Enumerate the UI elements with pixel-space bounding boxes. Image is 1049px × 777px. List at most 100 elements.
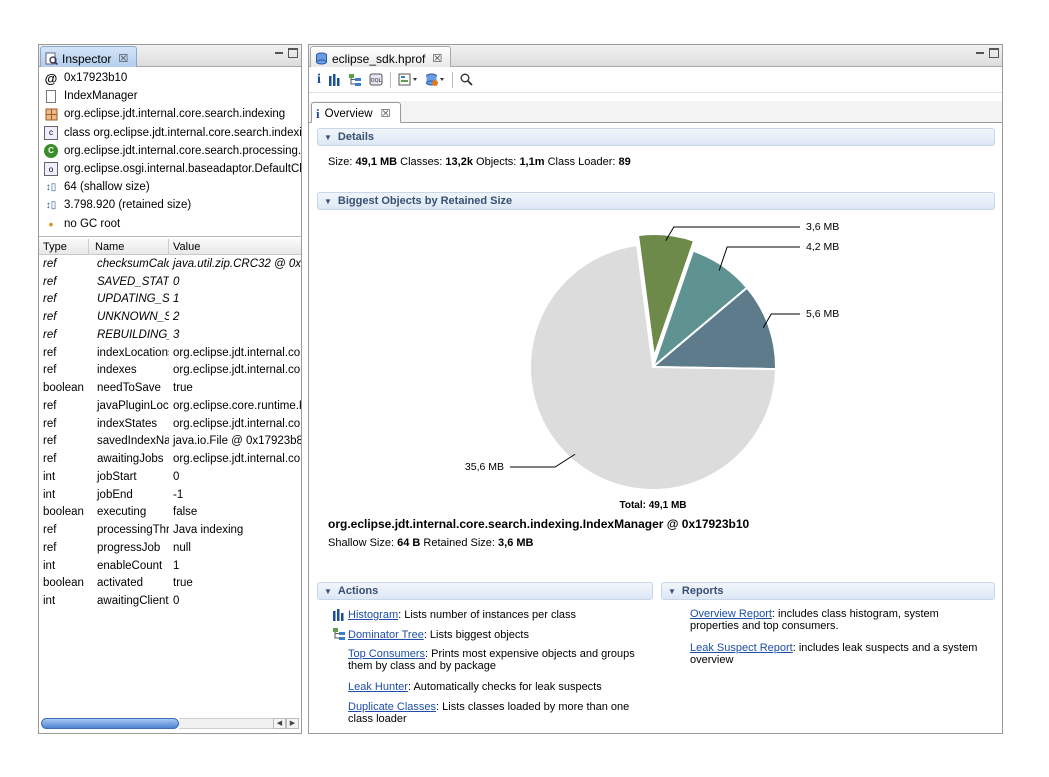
info-row-shallow-size[interactable]: ↕▯ 64 (shallow size) xyxy=(39,178,301,196)
attribute-name: executing xyxy=(97,506,147,519)
info-text: no GC root xyxy=(64,217,121,230)
table-row[interactable]: ref REBUILDING_STATE 3 xyxy=(39,326,301,344)
attribute-name: indexes xyxy=(97,364,137,377)
attribute-name: UPDATING_STATE xyxy=(97,293,169,306)
table-row[interactable]: ref UNKNOWN_STATE 2 xyxy=(39,308,301,326)
minimize-icon[interactable] xyxy=(274,48,284,58)
attribute-name: indexLocations xyxy=(97,346,169,359)
collapse-triangle-icon: ▼ xyxy=(668,586,676,596)
attribute-value: org.eclipse.jdt.internal.compiler.util.S… xyxy=(173,346,301,359)
attribute-value: 1 xyxy=(173,559,180,572)
at-icon: @ xyxy=(44,70,58,86)
pie-slice-label: 5,6 MB xyxy=(806,308,839,320)
table-row[interactable]: int jobEnd -1 xyxy=(39,486,301,504)
attribute-type: ref xyxy=(43,399,57,412)
biggest-objects-pie-chart[interactable]: 3,6 MB 4,2 MB 5,6 MB 35,6 MB Total: 49,1 MB xyxy=(309,45,1004,515)
table-row[interactable]: int jobStart 0 xyxy=(39,468,301,486)
maximize-icon[interactable] xyxy=(288,48,298,58)
table-row[interactable]: boolean executing false xyxy=(39,504,301,522)
dominator-tree-link[interactable]: Dominator Tree xyxy=(348,629,424,641)
pie-total-label: Total: 49,1 MB xyxy=(619,500,686,511)
table-row[interactable]: boolean activated true xyxy=(39,575,301,593)
column-header-type[interactable]: Type xyxy=(39,239,89,254)
attribute-name: savedIndexNamesFile xyxy=(97,435,169,448)
overview-report-link[interactable]: Overview Report xyxy=(690,608,772,620)
info-text: org.eclipse.jdt.internal.core.search.pro… xyxy=(64,144,301,157)
histogram-link[interactable]: Histogram xyxy=(348,609,398,621)
info-row-superclass[interactable]: C org.eclipse.jdt.internal.core.search.p… xyxy=(39,142,301,160)
attribute-value: false xyxy=(173,506,198,519)
table-row[interactable]: ref checksumCalculator java.util.zip.CRC32… xyxy=(39,255,301,273)
info-row-class[interactable]: c class org.eclipse.jdt.internal.core.se… xyxy=(39,124,301,142)
table-row[interactable]: ref savedIndexNamesFile java.io.File @ 0x1… xyxy=(39,433,301,451)
selected-object-name: org.eclipse.jdt.internal.core.search.ind… xyxy=(328,517,750,531)
table-row[interactable]: ref processingThread Java indexing xyxy=(39,521,301,539)
attribute-name: progressJob xyxy=(97,541,161,554)
action-description: : Lists biggest objects xyxy=(423,629,529,641)
scrollbar-thumb[interactable] xyxy=(41,717,179,729)
info-row-classloader[interactable]: o org.eclipse.osgi.internal.baseadaptor.… xyxy=(39,160,301,178)
attribute-type: boolean xyxy=(43,382,84,395)
tab-inspector[interactable]: Inspector ☒ xyxy=(40,46,138,67)
table-row[interactable]: ref indexLocations org.eclipse.jdt.interna… xyxy=(39,344,301,362)
attribute-type: ref xyxy=(43,453,57,466)
table-row[interactable]: int awaitingClients 0 xyxy=(39,592,301,610)
attribute-value: null xyxy=(173,541,191,554)
attribute-value: org.eclipse.jdt.internal.compiler.util.S… xyxy=(173,364,301,377)
reports-section-header[interactable]: ▼ Reports xyxy=(661,582,995,600)
attribute-value: 0 xyxy=(173,470,180,483)
leak-suspect-report-link[interactable]: Leak Suspect Report xyxy=(690,642,793,654)
duplicate-classes-link[interactable]: Duplicate Classes xyxy=(348,701,436,713)
class-icon: c xyxy=(44,125,58,140)
attribute-value: Java indexing xyxy=(173,524,244,537)
scroll-right-icon[interactable]: ▶ xyxy=(286,717,299,729)
attribute-type: int xyxy=(43,595,56,608)
attribute-value: 2 xyxy=(173,311,180,324)
info-text: org.eclipse.jdt.internal.core.search.ind… xyxy=(64,108,286,121)
pie-leader-line xyxy=(718,246,800,271)
scroll-left-icon[interactable]: ◀ xyxy=(273,717,286,729)
attribute-value: 1 xyxy=(173,293,180,306)
scrollbar-track[interactable] xyxy=(179,717,273,729)
attribute-type: ref xyxy=(43,435,57,448)
table-row[interactable]: ref indexes org.eclipse.jdt.internal.compi… xyxy=(39,362,301,380)
attribute-name: jobEnd xyxy=(97,488,133,501)
attribute-name: awaitingJobs xyxy=(97,453,164,466)
actions-section-header[interactable]: ▼ Actions xyxy=(317,582,653,600)
close-icon[interactable]: ☒ xyxy=(118,52,128,65)
object-info-list: @ 0x17923b10 IndexManager org.eclipse.jd… xyxy=(39,67,301,237)
attribute-name: jobStart xyxy=(97,470,137,483)
table-row[interactable]: int enableCount 1 xyxy=(39,557,301,575)
column-header-name[interactable]: Name xyxy=(89,239,169,254)
table-row[interactable]: ref javaPluginLocation org.eclipse.core.ru… xyxy=(39,397,301,415)
page-icon xyxy=(46,89,56,103)
info-row-package[interactable]: org.eclipse.jdt.internal.core.search.ind… xyxy=(39,105,301,123)
info-row-retained-size[interactable]: ↕▯ 3.798.920 (retained size) xyxy=(39,196,301,214)
table-row[interactable]: boolean needToSave true xyxy=(39,379,301,397)
table-row[interactable]: ref indexStates org.eclipse.jdt.internal.c… xyxy=(39,415,301,433)
table-row[interactable]: ref UPDATING_STATE 1 xyxy=(39,291,301,309)
heap-editor: eclipse_sdk.hprof ☒ i OQL i Overview ☒ ▼… xyxy=(308,44,1003,734)
attribute-type: boolean xyxy=(43,577,84,590)
action-duplicate-classes: Duplicate Classes: Lists classes loaded … xyxy=(348,701,648,725)
attribute-value: java.io.File @ 0x17923b80 xyxy=(173,435,301,448)
attribute-name: indexStates xyxy=(97,417,158,430)
table-row[interactable]: ref progressJob null xyxy=(39,539,301,557)
attribute-value: -1 xyxy=(173,488,184,501)
reports-header-label: Reports xyxy=(681,585,724,597)
collapse-triangle-icon: ▼ xyxy=(324,586,332,596)
attribute-value: org.eclipse.jdt.internal.compiler.util.S… xyxy=(173,417,301,430)
info-row-address[interactable]: @ 0x17923b10 xyxy=(39,69,301,87)
table-row[interactable]: ref SAVED_STATE 0 xyxy=(39,273,301,291)
column-header-value[interactable]: Value xyxy=(169,239,301,254)
info-row-name[interactable]: IndexManager xyxy=(39,87,301,105)
horizontal-scrollbar[interactable]: ◀ ▶ xyxy=(41,717,299,729)
table-row[interactable]: ref awaitingJobs org.eclipse.jdt.internal.… xyxy=(39,450,301,468)
info-row-gc-root[interactable]: • no GC root xyxy=(39,215,301,233)
attribute-value: java.util.zip.CRC32 @ 0x17923c00 xyxy=(173,257,301,270)
attribute-type: ref xyxy=(43,257,57,270)
info-text: 3.798.920 (retained size) xyxy=(64,199,192,212)
top-consumers-link[interactable]: Top Consumers xyxy=(348,648,425,660)
attribute-type: int xyxy=(43,470,56,483)
leak-hunter-link[interactable]: Leak Hunter xyxy=(348,681,408,693)
